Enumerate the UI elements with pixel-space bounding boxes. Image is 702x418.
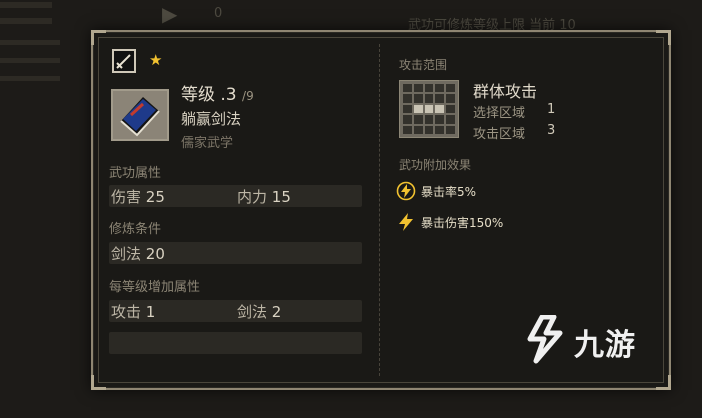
background-counter: 0 [214,6,223,21]
panel-corner [656,375,671,390]
select-area-value: 1 [547,102,556,117]
range-cell [424,94,434,103]
sword-icon[interactable] [112,49,136,73]
range-cell [446,84,455,93]
range-cell [424,104,434,114]
range-cell [413,94,423,103]
select-area-row: 选择区域 1 [473,102,555,121]
stat-value: 1 [145,303,156,321]
stat-name: 伤害 [111,188,142,206]
empty-row [109,332,362,354]
range-cell [435,115,445,124]
range-cell [435,94,445,103]
range-cell [424,84,434,93]
stat-value: 25 [145,188,165,206]
background-bar [0,40,60,45]
range-cell [435,104,445,114]
req-sword: 剑法 20 [111,243,165,264]
range-cell [413,115,423,124]
stat-value: 20 [145,245,165,263]
panel-corner [91,30,106,45]
range-cell [403,94,412,103]
background-bar [0,18,52,24]
requirements-title: 修炼条件 [109,222,162,237]
per-level-row: 攻击 1 剑法 2 [109,300,362,322]
requirements-row: 剑法 20 [109,242,362,264]
effect-text: 暴击伤害150% [421,215,504,230]
skill-detail-panel: ★ 等级 .3 /9 躺赢剑法 儒家武学 武功属性 伤害 25 内力 15 修炼… [91,30,671,390]
critical-damage-icon [396,212,416,232]
attributes-row: 伤害 25 内力 15 [109,185,362,207]
level-value: .3 [220,85,237,105]
critical-rate-icon [396,181,416,201]
range-cell [403,115,412,124]
attack-range-title: 攻击范围 [399,58,448,72]
range-cell [446,125,455,134]
level-label: 等级 [181,85,215,105]
star-icon: ★ [149,51,163,69]
range-cell [413,125,423,134]
stat-value: 15 [271,188,291,206]
panel-corner [656,30,671,45]
range-cell [403,125,412,134]
range-cell [413,104,423,114]
per-level-attack: 攻击 1 [111,301,155,322]
range-cell [446,115,455,124]
panel-divider [379,44,380,376]
skill-book-icon [111,89,169,141]
attack-area-label: 攻击区域 [473,127,526,142]
range-cell [403,84,412,93]
stat-name: 攻击 [111,303,142,321]
range-cell [446,104,455,114]
play-icon: ▶ [162,2,178,26]
range-cell [413,84,423,93]
background-bar [0,76,60,81]
attributes-title: 武功属性 [109,166,162,181]
attack-area-value: 3 [547,123,556,138]
stat-value: 2 [271,303,282,321]
per-level-title: 每等级增加属性 [109,280,201,295]
stat-damage: 伤害 25 [111,186,165,207]
range-cell [435,125,445,134]
stat-internal-power: 内力 15 [237,186,291,207]
range-cell [424,125,434,134]
per-level-sword: 剑法 2 [237,301,281,322]
select-area-label: 选择区域 [473,106,526,121]
skill-level: 等级 .3 /9 [181,80,254,105]
background-bar [0,2,52,8]
range-cell [435,84,445,93]
panel-corner [91,375,106,390]
stat-name: 剑法 [111,245,142,263]
level-max: /9 [242,89,254,103]
attack-area-row: 攻击区域 3 [473,123,555,142]
range-cell [446,94,455,103]
attack-range-grid [399,80,459,138]
effects-title: 武功附加效果 [399,158,472,172]
effect-item: 暴击伤害150% [396,211,503,233]
effect-item: 暴击率5% [396,180,476,202]
range-cell [403,104,412,114]
range-cell [424,115,434,124]
skill-school: 儒家武学 [181,136,234,151]
background-bar [0,58,60,63]
attack-type: 群体攻击 [473,82,538,101]
skill-name: 躺赢剑法 [181,110,242,128]
stat-name: 内力 [237,188,268,206]
stat-name: 剑法 [237,303,268,321]
effect-text: 暴击率5% [421,184,477,199]
